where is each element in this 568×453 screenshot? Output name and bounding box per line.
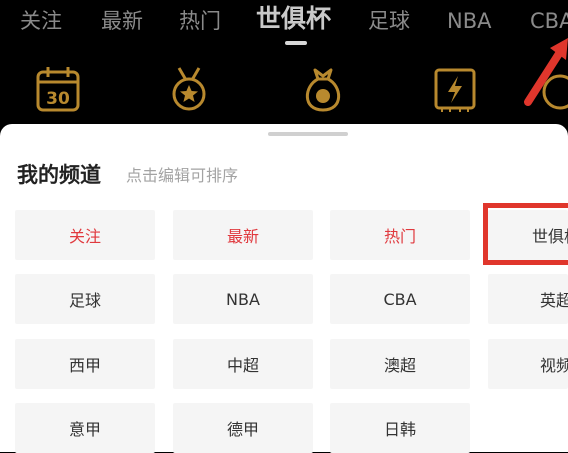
calendar-30-icon[interactable]: 30 (33, 64, 83, 114)
active-tab-indicator (285, 41, 307, 45)
channel-chip-hot[interactable]: 热门 (330, 210, 470, 260)
tab-follow[interactable]: 关注 (20, 4, 62, 38)
tab-nba[interactable]: NBA (447, 4, 491, 38)
channel-chip-japan-korea[interactable]: 日韩 (330, 403, 470, 453)
tab-club-world-cup[interactable]: 世俱杯 (256, 2, 331, 36)
medal-star-icon[interactable] (164, 64, 214, 114)
channel-chip-nba[interactable]: NBA (173, 274, 313, 324)
tab-latest[interactable]: 最新 (101, 4, 143, 38)
sheet-drag-handle[interactable] (268, 132, 348, 136)
tab-cba[interactable]: CBA (530, 4, 568, 38)
annotation-arrow (524, 38, 568, 106)
tab-football[interactable]: 足球 (368, 4, 410, 38)
channel-chip-follow[interactable]: 关注 (15, 210, 155, 260)
channel-chip-latest[interactable]: 最新 (173, 210, 313, 260)
channel-chip-serie-a[interactable]: 意甲 (15, 403, 155, 453)
channel-chip-bundesliga[interactable]: 德甲 (173, 403, 313, 453)
money-bag-icon[interactable] (298, 64, 348, 114)
channel-chip-csl[interactable]: 中超 (173, 339, 313, 389)
channel-tab-bar: 关注 最新 热门 世俱杯 足球 NBA CBA (0, 0, 568, 52)
channel-chip-premier-league[interactable]: 英超 (488, 274, 568, 324)
channel-chip-video[interactable]: 视频 (488, 339, 568, 389)
channel-chip-la-liga[interactable]: 西甲 (15, 339, 155, 389)
annotation-highlight-box (483, 203, 568, 265)
lightning-ticket-icon[interactable] (430, 64, 480, 114)
tab-hot[interactable]: 热门 (179, 4, 221, 38)
channel-chip-a-league[interactable]: 澳超 (330, 339, 470, 389)
channel-chip-cba[interactable]: CBA (330, 274, 470, 324)
calendar-30-text: 30 (46, 89, 70, 109)
quick-icon-row: 30 (0, 52, 568, 124)
edit-sort-hint: 点击编辑可排序 (126, 166, 239, 185)
channel-chip-football[interactable]: 足球 (15, 274, 155, 324)
my-channels-title: 我的频道 (17, 163, 101, 187)
